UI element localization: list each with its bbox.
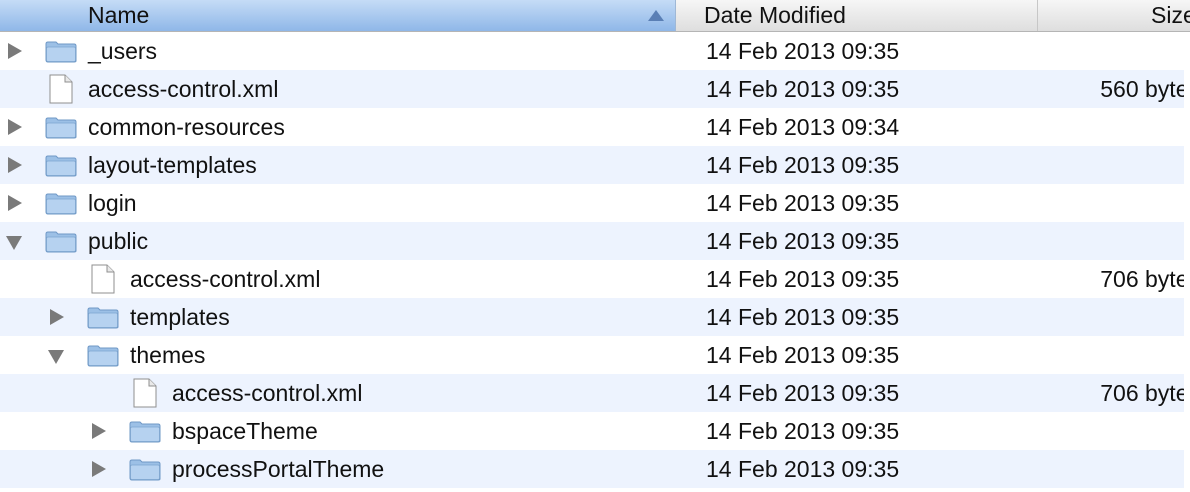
date-modified: 14 Feb 2013 09:35 <box>706 228 900 254</box>
folder-icon <box>87 306 119 329</box>
date-modified: 14 Feb 2013 09:35 <box>706 76 900 102</box>
column-header-name-label: Name <box>88 2 150 28</box>
folder-icon <box>129 458 161 481</box>
column-header-name[interactable]: Name <box>0 0 676 31</box>
document-icon <box>49 74 73 104</box>
file-name: access-control.xml <box>172 380 363 406</box>
file-row[interactable]: public 14 Feb 2013 09:35 -- <box>0 222 1190 260</box>
file-row[interactable]: common-resources 14 Feb 2013 09:34 -- <box>0 108 1190 146</box>
date-modified: 14 Feb 2013 09:35 <box>706 38 900 64</box>
disclosure-triangle-collapsed-icon[interactable] <box>8 157 22 173</box>
file-row[interactable]: access-control.xml 14 Feb 2013 09:35 706 b… <box>0 374 1190 412</box>
column-header-size[interactable]: Size <box>1038 0 1190 31</box>
file-size: -- <box>1058 184 1190 222</box>
date-modified: 14 Feb 2013 09:35 <box>706 456 900 482</box>
folder-icon <box>45 116 77 139</box>
disclosure-triangle-collapsed-icon[interactable] <box>92 461 106 477</box>
column-header-size-label: Size <box>1151 2 1190 28</box>
file-name: processPortalTheme <box>172 456 385 482</box>
disclosure-triangle-collapsed-icon[interactable] <box>8 195 22 211</box>
file-row[interactable]: login 14 Feb 2013 09:35 -- <box>0 184 1190 222</box>
file-size: 706 bytes <box>1058 374 1190 412</box>
file-size: -- <box>1058 32 1190 70</box>
disclosure-triangle-expanded-icon[interactable] <box>6 236 22 250</box>
column-header-date-modified[interactable]: Date Modified <box>676 0 1038 31</box>
file-name: access-control.xml <box>88 76 279 102</box>
disclosure-triangle-collapsed-icon[interactable] <box>50 309 64 325</box>
document-icon <box>133 378 157 408</box>
folder-icon <box>45 40 77 63</box>
file-size-value: 706 bytes <box>1100 380 1190 406</box>
column-header-date-label: Date Modified <box>704 2 846 28</box>
file-size: -- <box>1058 298 1190 336</box>
file-name: layout-templates <box>88 152 257 178</box>
file-row[interactable]: processPortalTheme 14 Feb 2013 09:35 -- <box>0 450 1190 488</box>
file-size: 560 bytes <box>1058 70 1190 108</box>
file-name: themes <box>130 342 206 368</box>
file-row[interactable]: templates 14 Feb 2013 09:35 -- <box>0 298 1190 336</box>
file-name: _users <box>88 38 158 64</box>
disclosure-triangle-collapsed-icon[interactable] <box>92 423 106 439</box>
file-size: -- <box>1058 450 1190 488</box>
date-modified: 14 Feb 2013 09:35 <box>706 380 900 406</box>
disclosure-triangle-collapsed-icon[interactable] <box>8 119 22 135</box>
file-size: 706 bytes <box>1058 260 1190 298</box>
date-modified: 14 Feb 2013 09:35 <box>706 342 900 368</box>
file-name: bspaceTheme <box>172 418 318 444</box>
date-modified: 14 Feb 2013 09:35 <box>706 304 900 330</box>
file-size: -- <box>1058 336 1190 374</box>
file-name: public <box>88 228 149 254</box>
disclosure-triangle-expanded-icon[interactable] <box>48 350 64 364</box>
folder-icon <box>87 344 119 367</box>
file-row[interactable]: _users 14 Feb 2013 09:35 -- <box>0 32 1190 70</box>
file-name: login <box>88 190 137 216</box>
file-name: templates <box>130 304 230 330</box>
file-row[interactable]: bspaceTheme 14 Feb 2013 09:35 -- <box>0 412 1190 450</box>
file-name: access-control.xml <box>130 266 321 292</box>
disclosure-triangle-collapsed-icon[interactable] <box>8 43 22 59</box>
file-size: -- <box>1058 412 1190 450</box>
file-row[interactable]: layout-templates 14 Feb 2013 09:35 -- <box>0 146 1190 184</box>
date-modified: 14 Feb 2013 09:35 <box>706 190 900 216</box>
file-list: _users14 Feb 2013 09:35--access-control.… <box>0 32 1190 488</box>
file-row[interactable]: access-control.xml 14 Feb 2013 09:35 706 b… <box>0 260 1190 298</box>
file-size: -- <box>1058 222 1190 260</box>
folder-icon <box>129 420 161 443</box>
date-modified: 14 Feb 2013 09:34 <box>706 114 900 140</box>
file-row[interactable]: themes 14 Feb 2013 09:35 -- <box>0 336 1190 374</box>
vertical-scrollbar[interactable] <box>1184 32 1190 492</box>
date-modified: 14 Feb 2013 09:35 <box>706 266 900 292</box>
date-modified: 14 Feb 2013 09:35 <box>706 418 900 444</box>
folder-icon <box>45 230 77 253</box>
file-size: -- <box>1058 146 1190 184</box>
file-row[interactable]: access-control.xml 14 Feb 2013 09:35 560 b… <box>0 70 1190 108</box>
column-header: Name Date Modified Size <box>0 0 1190 32</box>
date-modified: 14 Feb 2013 09:35 <box>706 152 900 178</box>
file-size: -- <box>1058 108 1190 146</box>
document-icon <box>91 264 115 294</box>
file-size-value: 706 bytes <box>1100 266 1190 292</box>
folder-icon <box>45 192 77 215</box>
folder-icon <box>45 154 77 177</box>
file-name: common-resources <box>88 114 285 140</box>
sort-ascending-icon <box>648 10 664 21</box>
file-size-value: 560 bytes <box>1100 76 1190 102</box>
